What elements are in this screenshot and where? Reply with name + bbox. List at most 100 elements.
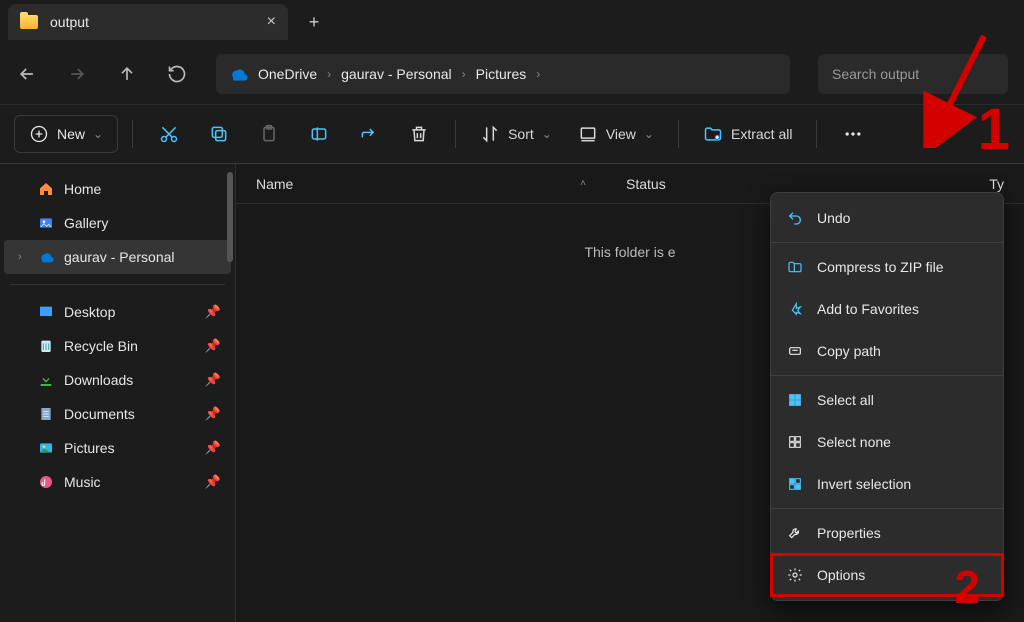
sidebar-item-desktop[interactable]: Desktop 📌 [4,295,231,329]
menu-label: Copy path [817,343,881,359]
column-name[interactable]: Name ˄ [256,176,586,192]
select-none-icon [787,434,803,450]
toolbar: New ⌄ Sort ⌄ View ⌄ Extract all [0,104,1024,164]
new-tab-button[interactable]: + [296,4,332,40]
sidebar-item-recycle[interactable]: Recycle Bin 📌 [4,329,231,363]
sort-indicator-icon: ˄ [580,178,586,189]
gallery-icon [38,215,54,231]
copy-button[interactable] [197,115,241,153]
pin-icon: 📌 [205,372,221,388]
view-label: View [606,126,636,142]
paste-button[interactable] [247,115,291,153]
breadcrumb-label: OneDrive [258,66,317,82]
refresh-button[interactable] [166,63,188,85]
view-button[interactable]: View ⌄ [568,115,664,153]
pin-icon: 📌 [205,406,221,422]
pin-icon: 📌 [205,440,221,456]
menu-select-none[interactable]: Select none [771,421,1003,463]
onedrive-icon [38,249,54,265]
recycle-icon [38,338,54,354]
chevron-right-icon[interactable]: › [18,251,28,263]
downloads-icon [38,372,54,388]
pictures-icon [38,440,54,456]
menu-invert-selection[interactable]: Invert selection [771,463,1003,505]
undo-icon [787,210,803,226]
documents-icon [38,406,54,422]
new-button[interactable]: New ⌄ [14,115,118,153]
sidebar-item-documents[interactable]: Documents 📌 [4,397,231,431]
column-type[interactable]: Ty [989,176,1004,192]
separator [816,120,817,148]
menu-label: Add to Favorites [817,301,919,317]
scrollbar-thumb[interactable] [227,172,233,262]
menu-separator [771,508,1003,509]
pin-icon: 📌 [205,338,221,354]
back-button[interactable] [16,63,38,85]
sort-button[interactable]: Sort ⌄ [470,115,562,153]
menu-label: Options [817,567,865,583]
sidebar-item-label: Home [64,181,101,197]
onedrive-icon [228,67,248,81]
divider [10,284,225,285]
delete-button[interactable] [397,115,441,153]
sidebar-item-label: Gallery [64,215,108,231]
sidebar-item-label: Desktop [64,304,115,320]
menu-select-all[interactable]: Select all [771,379,1003,421]
menu-label: Properties [817,525,881,541]
chevron-right-icon: › [536,67,540,81]
column-type-label: Ty [989,176,1004,192]
sidebar-item-music[interactable]: Music 📌 [4,465,231,499]
crumb-onedrive[interactable]: OneDrive [228,66,317,82]
menu-copy-path[interactable]: Copy path [771,330,1003,372]
menu-label: Invert selection [817,476,911,492]
up-button[interactable] [116,63,138,85]
search-placeholder: Search output [832,66,919,82]
menu-undo[interactable]: Undo [771,197,1003,239]
menu-label: Select all [817,392,874,408]
more-button[interactable] [831,124,875,144]
sidebar-item-label: Recycle Bin [64,338,138,354]
extract-label: Extract all [731,126,792,142]
rename-button[interactable] [297,115,341,153]
breadcrumb[interactable]: OneDrive › gaurav - Personal › Pictures … [216,54,790,94]
sidebar: Home Gallery › gaurav - Personal Desktop… [0,164,236,622]
home-icon [38,181,54,197]
forward-button[interactable] [66,63,88,85]
separator [132,120,133,148]
close-icon[interactable]: × [267,13,276,31]
extract-all-button[interactable]: Extract all [693,115,802,153]
chevron-right-icon: › [462,67,466,81]
sidebar-item-label: Music [64,474,101,490]
more-menu: Undo Compress to ZIP file Add to Favorit… [770,192,1004,601]
menu-add-favorites[interactable]: Add to Favorites [771,288,1003,330]
menu-label: Compress to ZIP file [817,259,944,275]
menu-compress-zip[interactable]: Compress to ZIP file [771,246,1003,288]
separator [678,120,679,148]
sidebar-item-onedrive-personal[interactable]: › gaurav - Personal [4,240,231,274]
breadcrumb-label: gaurav - Personal [341,66,452,82]
chevron-down-icon: ⌄ [93,127,103,141]
sidebar-item-pictures[interactable]: Pictures 📌 [4,431,231,465]
tab-output[interactable]: output × [8,4,288,40]
sort-label: Sort [508,126,534,142]
annotation-2: 2 [954,560,980,614]
zip-icon [787,259,803,275]
tab-title: output [50,14,89,30]
column-name-label: Name [256,176,293,192]
copy-path-icon [787,343,803,359]
tab-bar: output × + [0,0,1024,44]
crumb-user[interactable]: gaurav - Personal [341,66,452,82]
menu-properties[interactable]: Properties [771,512,1003,554]
menu-separator [771,375,1003,376]
sidebar-item-gallery[interactable]: Gallery [4,206,231,240]
menu-label: Undo [817,210,850,226]
crumb-pictures[interactable]: Pictures [476,66,527,82]
sidebar-item-home[interactable]: Home [4,172,231,206]
column-status[interactable]: Status [626,176,746,192]
gear-icon [787,567,803,583]
sidebar-item-downloads[interactable]: Downloads 📌 [4,363,231,397]
select-all-icon [787,392,803,408]
share-button[interactable] [347,115,391,153]
folder-icon [20,15,38,29]
cut-button[interactable] [147,115,191,153]
